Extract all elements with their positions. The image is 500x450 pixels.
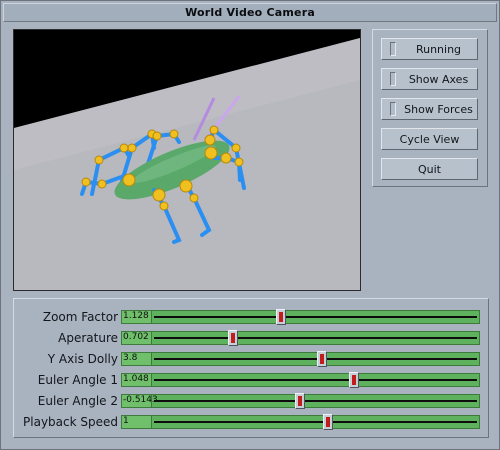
y-axis-dolly-label: Y Axis Dolly [47, 352, 118, 366]
playback-speed-thumb[interactable] [323, 414, 333, 430]
euler-angle-1-slider[interactable] [151, 372, 480, 388]
show-axes-indicator [390, 72, 396, 86]
thumb-notch [231, 333, 235, 343]
show-forces-label: Show Forces [404, 102, 473, 116]
thumb-notch [352, 375, 356, 385]
zoom-factor-value: 1.128 [123, 311, 149, 321]
zoom-factor-thumb[interactable] [276, 309, 286, 325]
playback-speed-label: Playback Speed [23, 415, 118, 429]
euler-angle-2-slider[interactable] [151, 393, 480, 409]
euler-angle-1-label: Euler Angle 1 [37, 373, 118, 387]
slider-panel: Zoom Factor 1.128 Aperature 0.702 Y Axis… [13, 298, 489, 438]
scene-render [14, 30, 360, 290]
euler-angle-2-value: -0.5143 [123, 395, 158, 405]
y-axis-dolly-value: 3.8 [123, 353, 138, 363]
aperature-slider[interactable] [151, 330, 480, 346]
zoom-factor-slider[interactable] [151, 309, 480, 325]
euler-angle-1-thumb[interactable] [349, 372, 359, 388]
zoom-factor-label: Zoom Factor [42, 310, 118, 324]
slider-track-line [154, 358, 477, 360]
y-axis-dolly-slider[interactable] [151, 351, 480, 367]
title-bar[interactable]: World Video Camera [3, 3, 497, 22]
control-button-panel: Running Show Axes Show Forces Cycle View… [372, 29, 488, 187]
show-forces-toggle[interactable]: Show Forces [381, 98, 478, 120]
main-window: World Video Camera Running Show Axes Sho… [0, 0, 500, 450]
slider-row-playback-speed: Playback Speed 1 [14, 412, 490, 433]
slider-track-line [154, 337, 477, 339]
slider-row-euler-angle-1: Euler Angle 1 1.048 [14, 370, 490, 391]
show-forces-indicator [390, 102, 396, 116]
aperature-value: 0.702 [123, 332, 149, 342]
playback-speed-slider[interactable] [151, 414, 480, 430]
slider-track-line [154, 316, 477, 318]
show-axes-toggle[interactable]: Show Axes [381, 68, 478, 90]
slider-track-line [154, 379, 477, 381]
thumb-notch [279, 312, 283, 322]
window-title: World Video Camera [185, 6, 315, 19]
slider-row-zoom-factor: Zoom Factor 1.128 [14, 307, 490, 328]
cycle-view-button[interactable]: Cycle View [381, 128, 478, 150]
camera-viewport[interactable] [13, 29, 361, 291]
running-indicator [390, 42, 396, 56]
euler-angle-2-thumb[interactable] [295, 393, 305, 409]
euler-angle-2-label: Euler Angle 2 [37, 394, 118, 408]
slider-track-line [154, 421, 477, 423]
slider-track-line [154, 400, 477, 402]
thumb-notch [320, 354, 324, 364]
thumb-notch [326, 417, 330, 427]
running-toggle[interactable]: Running [381, 38, 478, 60]
show-axes-label: Show Axes [408, 72, 469, 86]
slider-row-y-axis-dolly: Y Axis Dolly 3.8 [14, 349, 490, 370]
euler-angle-1-value: 1.048 [123, 374, 149, 384]
thumb-notch [298, 396, 302, 406]
playback-speed-value: 1 [123, 416, 129, 426]
slider-row-aperature: Aperature 0.702 [14, 328, 490, 349]
aperature-thumb[interactable] [228, 330, 238, 346]
aperature-label: Aperature [58, 331, 118, 345]
running-label: Running [415, 42, 462, 56]
slider-row-euler-angle-2: Euler Angle 2 -0.5143 [14, 391, 490, 412]
y-axis-dolly-thumb[interactable] [317, 351, 327, 367]
quit-button[interactable]: Quit [381, 158, 478, 180]
